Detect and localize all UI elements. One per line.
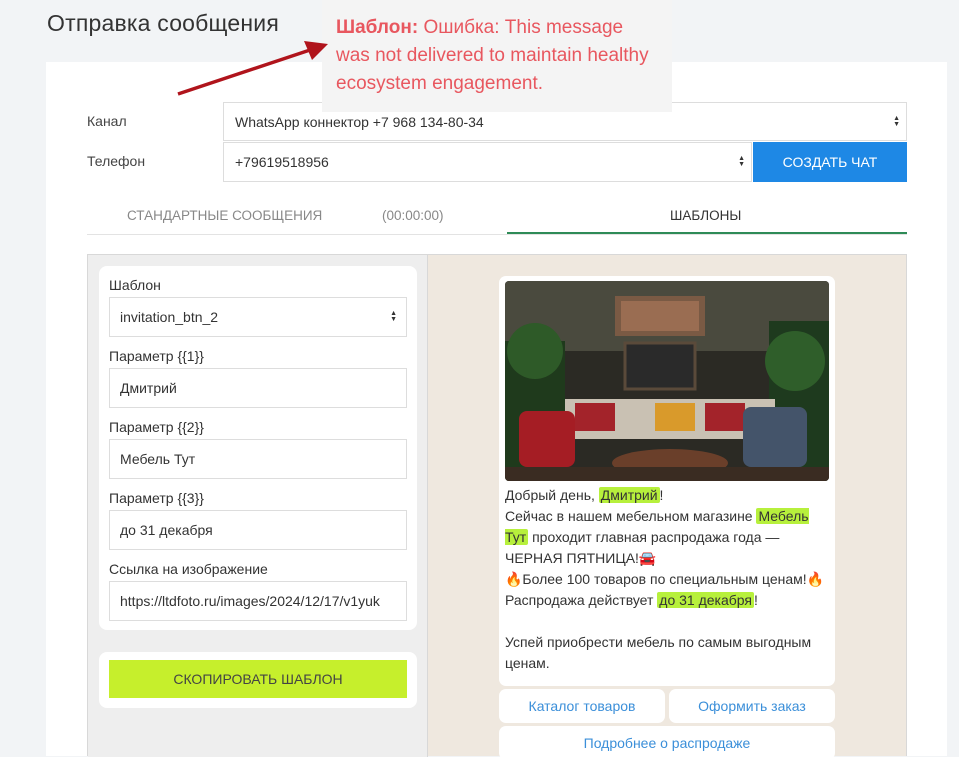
template-workspace: Шаблон invitation_btn_2 ▲ ▼ Параметр {{1}…	[87, 254, 907, 757]
catalog-button[interactable]: Каталог товаров	[499, 689, 665, 723]
tab-templates[interactable]: ШАБЛОНЫ	[670, 196, 741, 234]
preview-text: Добрый день, Дмитрий! Сейчас в нашем меб…	[505, 485, 827, 674]
template-form: Шаблон invitation_btn_2 ▲ ▼ Параметр {{1}…	[99, 266, 417, 630]
channel-label: Канал	[87, 113, 127, 129]
param3-input[interactable]: до 31 декабря	[109, 510, 407, 550]
create-chat-button[interactable]: СОЗДАТЬ ЧАТ	[753, 142, 907, 182]
template-label: Шаблон	[109, 277, 161, 293]
preview-image	[505, 281, 829, 481]
select-arrows-icon: ▲ ▼	[390, 310, 397, 323]
phone-label: Телефон	[87, 153, 146, 169]
image-link-label: Ссылка на изображение	[109, 561, 268, 577]
tab-timer[interactable]: (00:00:00)	[382, 196, 444, 234]
select-arrows-icon: ▲ ▼	[738, 155, 745, 168]
param2-label: Параметр {{2}}	[109, 419, 204, 435]
sale-details-button[interactable]: Подробнее о распродаже	[499, 726, 835, 757]
order-button[interactable]: Оформить заказ	[669, 689, 835, 723]
message-preview-bubble: Добрый день, Дмитрий! Сейчас в нашем меб…	[499, 276, 835, 686]
error-annotation: Шаблон: Ошибка: This message was not del…	[322, 0, 672, 112]
tab-standard-messages[interactable]: СТАНДАРТНЫЕ СООБЩЕНИЯ	[127, 196, 322, 234]
highlight-param3: до 31 декабря	[657, 592, 755, 608]
highlight-param1: Дмитрий	[598, 487, 660, 503]
active-tab-indicator	[507, 232, 907, 234]
template-select[interactable]: invitation_btn_2 ▲ ▼	[109, 297, 407, 337]
param3-label: Параметр {{3}}	[109, 490, 204, 506]
annotation-prefix: Шаблон:	[336, 17, 419, 38]
preview-line-cta: Успей приобрести мебель по самым выгодны…	[505, 634, 812, 671]
tab-bar: СТАНДАРТНЫЕ СООБЩЕНИЯ (00:00:00) ШАБЛОНЫ	[87, 196, 907, 235]
copy-template-button[interactable]: СКОПИРОВАТЬ ШАБЛОН	[109, 660, 407, 698]
param1-input[interactable]: Дмитрий	[109, 368, 407, 408]
param1-label: Параметр {{1}}	[109, 348, 204, 364]
preview-line-products: 🔥Более 100 товаров по специальным ценам!…	[505, 571, 825, 587]
template-form-pane: Шаблон invitation_btn_2 ▲ ▼ Параметр {{1}…	[88, 255, 428, 757]
copy-template-card: СКОПИРОВАТЬ ШАБЛОН	[99, 652, 417, 708]
preview-line-sale: Сейчас в нашем мебельном магазине Мебель…	[505, 508, 809, 566]
phone-value: +79619518956	[235, 154, 329, 170]
image-link-input[interactable]: https://ltdfoto.ru/images/2024/12/17/v1y…	[109, 581, 407, 621]
preview-line-deadline: Распродажа действует до 31 декабря!	[505, 592, 758, 608]
param2-input[interactable]: Мебель Тут	[109, 439, 407, 479]
channel-value: WhatsApp коннектор +7 968 134-80-34	[235, 113, 484, 130]
phone-select[interactable]: +79619518956 ▲ ▼	[223, 142, 752, 182]
select-arrows-icon: ▲ ▼	[893, 114, 900, 128]
template-preview-pane: Добрый день, Дмитрий! Сейчас в нашем меб…	[428, 255, 907, 757]
annotation-arrow	[177, 41, 328, 96]
template-value: invitation_btn_2	[120, 309, 219, 325]
preview-line-greeting: Добрый день, Дмитрий!	[505, 487, 664, 503]
